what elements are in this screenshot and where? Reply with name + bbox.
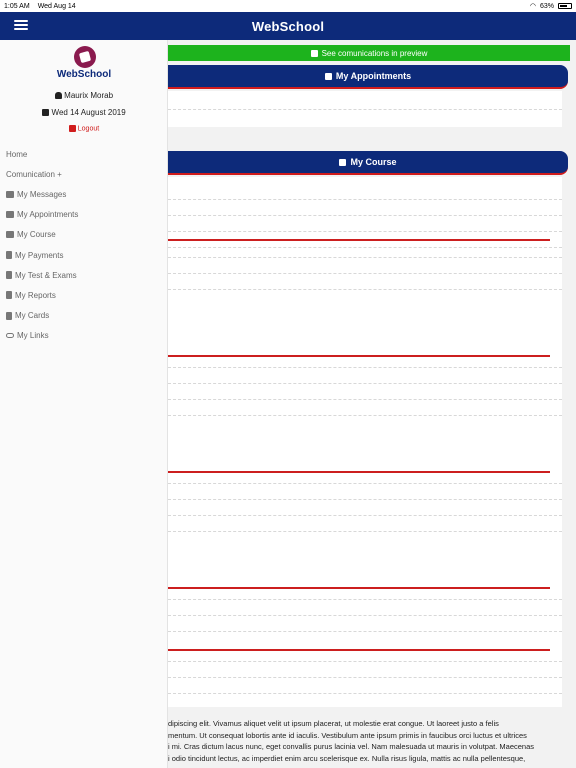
sidebar-item-my-test-exams[interactable]: My Test & Exams bbox=[0, 265, 168, 285]
main-content: See comunications in preview My Appointm… bbox=[168, 40, 576, 768]
sidebar-item-home[interactable]: Home bbox=[0, 144, 168, 164]
status-right: ◠ 63% bbox=[530, 2, 572, 10]
calendar-icon bbox=[324, 72, 332, 80]
sidebar-menu: Home Comunication + My Messages My Appoi… bbox=[0, 144, 168, 346]
course-separator bbox=[168, 355, 550, 357]
divider bbox=[168, 515, 562, 516]
sidebar-item-label: My Payments bbox=[15, 250, 64, 260]
course-separator bbox=[168, 471, 550, 473]
status-time: 1:05 AM bbox=[4, 2, 30, 10]
divider bbox=[168, 109, 562, 110]
chalkboard-icon bbox=[339, 158, 347, 166]
divider bbox=[168, 367, 562, 368]
divider bbox=[168, 215, 562, 216]
divider bbox=[168, 599, 562, 600]
sidebar-item-label: My Reports bbox=[15, 290, 56, 300]
lorem-line: mentum. Ut consequat lobortis ante id ia… bbox=[168, 730, 527, 740]
course-separator bbox=[168, 239, 550, 241]
divider bbox=[168, 499, 562, 500]
calendar-icon bbox=[42, 109, 50, 117]
sidebar-item-label: My Test & Exams bbox=[15, 270, 77, 280]
lorem-line: dipiscing elit. Vivamus aliquet velit ut… bbox=[168, 719, 499, 728]
divider bbox=[168, 399, 562, 400]
divider bbox=[168, 383, 562, 384]
id-card-icon bbox=[6, 311, 12, 320]
app-root: 1:05 AM Wed Aug 14 ◠ 63% WebSchool See c… bbox=[0, 0, 576, 768]
link-icon bbox=[6, 333, 14, 339]
course-title: My Course bbox=[350, 157, 397, 167]
top-nav-bar: WebSchool bbox=[0, 12, 576, 40]
user-name-label: Maurix Morab bbox=[64, 91, 114, 100]
lorem-line: i mi. Cras dictum lacus nunc, eget conva… bbox=[168, 742, 534, 751]
divider bbox=[168, 483, 562, 484]
course-separator bbox=[168, 587, 550, 589]
sidebar-item-my-messages[interactable]: My Messages bbox=[0, 184, 168, 204]
inbox-icon bbox=[6, 190, 14, 198]
divider bbox=[168, 257, 562, 258]
current-date-label: Wed 14 August 2019 bbox=[51, 108, 126, 117]
status-date: Wed Aug 14 bbox=[37, 2, 76, 10]
wifi-icon: ◠ bbox=[529, 3, 536, 10]
logout-link[interactable]: Logout bbox=[0, 125, 168, 132]
sidebar-item-label: Home bbox=[6, 149, 28, 159]
sidebar-item-label: My Course bbox=[17, 230, 56, 240]
divider bbox=[168, 199, 562, 200]
appointments-title: My Appointments bbox=[335, 71, 412, 81]
lorem-text: dipiscing elit. Vivamus aliquet velit ut… bbox=[168, 718, 576, 764]
inbox-icon bbox=[310, 49, 318, 57]
sidebar-item-label: My Messages bbox=[17, 189, 67, 199]
sidebar-item-comunication[interactable]: Comunication + bbox=[0, 164, 168, 184]
sidebar-item-my-payments[interactable]: My Payments bbox=[0, 245, 168, 265]
divider bbox=[168, 247, 562, 248]
sidebar-item-my-course[interactable]: My Course bbox=[0, 225, 168, 245]
current-date: Wed 14 August 2019 bbox=[0, 108, 168, 117]
divider bbox=[168, 631, 562, 632]
receipt-icon bbox=[6, 251, 12, 260]
hamburger-menu-icon[interactable] bbox=[14, 20, 28, 30]
sidebar-brand: WebSchool bbox=[56, 69, 112, 80]
appointments-header: My Appointments bbox=[168, 65, 568, 89]
divider bbox=[168, 661, 562, 662]
sign-out-icon bbox=[68, 125, 76, 132]
divider bbox=[168, 693, 562, 694]
chalkboard-icon bbox=[6, 231, 14, 239]
see-communications-preview-button[interactable]: See comunications in preview bbox=[168, 45, 570, 61]
calendar-icon bbox=[6, 211, 14, 219]
sidebar-item-my-reports[interactable]: My Reports bbox=[0, 285, 168, 305]
preview-label: See comunications in preview bbox=[321, 48, 428, 58]
divider bbox=[168, 415, 562, 416]
course-panel bbox=[168, 177, 562, 707]
course-header: My Course bbox=[168, 151, 568, 175]
divider bbox=[168, 231, 562, 232]
lorem-line: i odio tincidunt lectus, ac imperdiet en… bbox=[168, 753, 526, 763]
webschool-logo-icon bbox=[74, 46, 96, 68]
divider bbox=[168, 273, 562, 274]
user-name: Maurix Morab bbox=[0, 91, 168, 100]
app-title: WebSchool bbox=[251, 18, 325, 34]
book-icon bbox=[6, 271, 12, 280]
divider bbox=[168, 531, 562, 532]
logout-label: Logout bbox=[77, 125, 100, 133]
sidebar-drawer: WebSchool Maurix Morab Wed 14 August 201… bbox=[0, 40, 168, 768]
sidebar-item-my-appointments[interactable]: My Appointments bbox=[0, 205, 168, 225]
sidebar-item-my-links[interactable]: My Links bbox=[0, 326, 168, 346]
divider bbox=[168, 289, 562, 290]
battery-percent: 63% bbox=[539, 2, 554, 10]
sidebar-item-label: My Links bbox=[17, 331, 49, 341]
user-icon bbox=[54, 92, 62, 100]
sidebar-item-label: My Appointments bbox=[17, 210, 79, 220]
battery-icon bbox=[558, 3, 572, 9]
sidebar-item-label: Comunication + bbox=[6, 169, 62, 179]
divider bbox=[168, 677, 562, 678]
divider bbox=[168, 615, 562, 616]
course-separator bbox=[168, 649, 550, 651]
sidebar-item-my-cards[interactable]: My Cards bbox=[0, 306, 168, 326]
book-icon bbox=[6, 291, 12, 300]
status-bar: 1:05 AM Wed Aug 14 ◠ 63% bbox=[0, 0, 576, 12]
appointments-panel bbox=[168, 91, 562, 127]
sidebar-item-label: My Cards bbox=[15, 311, 50, 321]
